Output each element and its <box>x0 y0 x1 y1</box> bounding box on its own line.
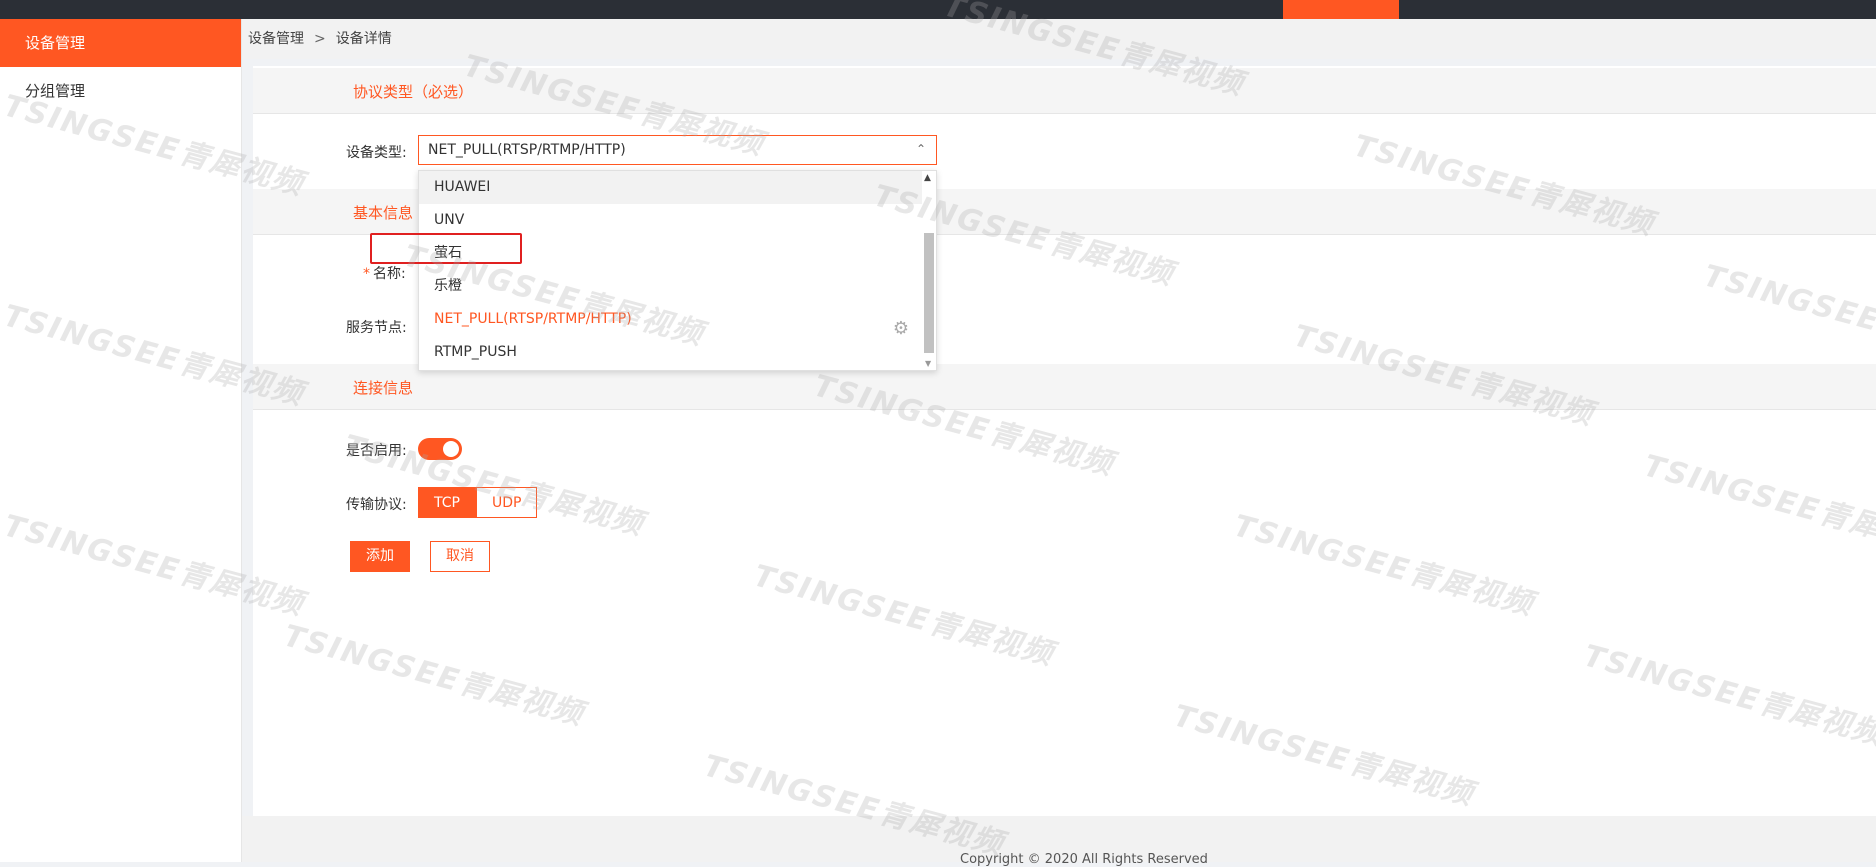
copyright-text: Copyright © 2020 All Rights Reserved <box>960 852 1208 867</box>
enabled-toggle[interactable] <box>418 438 462 460</box>
top-nav-active-tab[interactable] <box>1283 0 1399 19</box>
add-button[interactable]: 添加 <box>350 541 410 572</box>
top-bar <box>0 0 1876 19</box>
breadcrumb: 设备管理 > 设备详情 <box>242 19 1876 59</box>
sidebar-item-device-management[interactable]: 设备管理 <box>0 19 241 67</box>
breadcrumb-separator: > <box>314 31 326 47</box>
transport-radio-group: TCP UDP <box>418 487 538 518</box>
section-title-basic: 基本信息 <box>353 204 414 222</box>
sidebar-item-group-management[interactable]: 分组管理 <box>0 67 241 115</box>
device-type-dropdown: HUAWEI UNV 萤石 乐橙 NET_PULL(RTSP/RTMP/HTTP… <box>418 170 937 371</box>
scroll-down-arrow-icon[interactable]: ▼ <box>925 359 931 368</box>
section-protocol: 协议类型（必选） <box>253 68 1876 114</box>
breadcrumb-item-device-management[interactable]: 设备管理 <box>248 31 304 47</box>
dropdown-option-ezviz[interactable]: 萤石 <box>419 237 936 270</box>
transport-label: 传输协议: <box>346 497 407 513</box>
device-type-value: NET_PULL(RTSP/RTMP/HTTP) <box>428 142 626 158</box>
breadcrumb-item-device-detail: 设备详情 <box>335 31 392 47</box>
dropdown-scrollbar[interactable]: ▲ ▼ <box>922 171 936 370</box>
dropdown-option-huawei[interactable]: HUAWEI <box>419 171 936 204</box>
cancel-button[interactable]: 取消 <box>430 541 490 572</box>
service-node-label: 服务节点: <box>346 320 407 336</box>
device-type-select[interactable]: NET_PULL(RTSP/RTMP/HTTP) ⌃ <box>418 135 937 165</box>
transport-option-udp[interactable]: UDP <box>475 487 538 518</box>
dropdown-option-imou[interactable]: 乐橙 <box>419 270 936 303</box>
section-title-connection: 连接信息 <box>353 379 414 397</box>
dropdown-option-net-pull[interactable]: NET_PULL(RTSP/RTMP/HTTP) <box>419 303 936 336</box>
name-label-text: 名称: <box>373 266 406 282</box>
scrollbar-thumb[interactable] <box>924 233 934 353</box>
chevron-up-icon: ⌃ <box>915 142 926 156</box>
toggle-knob <box>443 441 459 457</box>
section-title-protocol: 协议类型（必选） <box>353 83 474 101</box>
dropdown-option-unv[interactable]: UNV <box>419 204 936 237</box>
enabled-label: 是否启用: <box>346 443 407 459</box>
transport-option-tcp[interactable]: TCP <box>418 487 476 518</box>
dropdown-option-rtmp-push[interactable]: RTMP_PUSH <box>419 336 936 369</box>
gear-icon[interactable]: ⚙ <box>893 318 909 339</box>
name-label: * 名称: <box>363 263 406 283</box>
scroll-up-arrow-icon[interactable]: ▲ <box>924 173 931 183</box>
device-type-label: 设备类型: <box>346 145 407 161</box>
sidebar: 设备管理 分组管理 <box>0 19 242 862</box>
required-mark: * <box>363 266 370 282</box>
